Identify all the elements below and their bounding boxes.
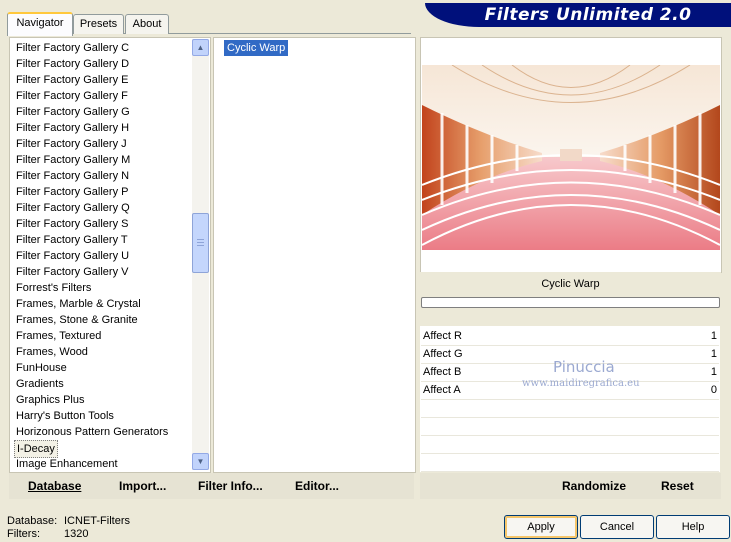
category-item[interactable]: Graphics Plus bbox=[16, 392, 84, 408]
watermark-name: Pinuccia bbox=[553, 358, 615, 376]
filter-info-button[interactable]: Filter Info... bbox=[198, 477, 263, 495]
reset-button[interactable]: Reset bbox=[661, 477, 694, 495]
database-status-value: ICNET-Filters bbox=[64, 515, 130, 527]
tab-about[interactable]: About bbox=[125, 14, 169, 34]
category-item[interactable]: Filter Factory Gallery E bbox=[16, 72, 128, 88]
category-item[interactable]: Filter Factory Gallery F bbox=[16, 88, 128, 104]
filter-item-cyclic-warp[interactable]: Cyclic Warp bbox=[224, 40, 289, 56]
filters-count-value: 1320 bbox=[64, 528, 89, 540]
category-list[interactable]: Filter Factory Gallery C Filter Factory G… bbox=[9, 37, 211, 473]
app-title: Filters Unlimited 2.0 bbox=[484, 5, 692, 25]
param-value: 1 bbox=[710, 348, 717, 360]
category-item[interactable]: Filter Factory Gallery Q bbox=[16, 200, 130, 216]
category-item[interactable]: FunHouse bbox=[16, 360, 67, 376]
param-affect-r[interactable]: Affect R 1 bbox=[421, 328, 719, 346]
apply-button[interactable]: Apply bbox=[504, 515, 578, 539]
category-item[interactable]: Filter Factory Gallery V bbox=[16, 264, 128, 280]
param-empty-row bbox=[421, 454, 719, 472]
category-scrollbar[interactable]: ▲ ▼ bbox=[192, 39, 209, 470]
category-item[interactable]: Filter Factory Gallery T bbox=[16, 232, 128, 248]
category-item[interactable]: Frames, Textured bbox=[16, 328, 101, 344]
param-value: 1 bbox=[710, 330, 717, 342]
category-item[interactable]: Harry's Button Tools bbox=[16, 408, 114, 424]
filters-count-label: Filters: bbox=[7, 528, 40, 540]
category-item[interactable]: Frames, Stone & Granite bbox=[16, 312, 138, 328]
category-item[interactable]: Gradients bbox=[16, 376, 64, 392]
preview-filter-name: Cyclic Warp bbox=[420, 272, 721, 296]
tab-navigator[interactable]: Navigator bbox=[7, 12, 73, 36]
param-value: 1 bbox=[710, 366, 717, 378]
help-button[interactable]: Help bbox=[656, 515, 730, 539]
category-item[interactable]: Image Enhancement bbox=[16, 456, 118, 472]
filter-list[interactable]: Cyclic Warp bbox=[213, 37, 416, 473]
progress-bar bbox=[421, 297, 720, 308]
category-item[interactable]: Filter Factory Gallery J bbox=[16, 136, 127, 152]
preview-panel bbox=[420, 37, 722, 273]
category-item[interactable]: Filter Factory Gallery U bbox=[16, 248, 129, 264]
grip-line bbox=[197, 242, 204, 243]
category-item[interactable]: Filter Factory Gallery H bbox=[16, 120, 129, 136]
param-label: Affect R bbox=[423, 330, 462, 342]
param-label: Affect B bbox=[423, 366, 462, 378]
tab-presets[interactable]: Presets bbox=[73, 14, 124, 34]
database-status-label: Database: bbox=[7, 515, 58, 527]
scroll-up-icon[interactable]: ▲ bbox=[192, 39, 209, 56]
category-item[interactable]: Filter Factory Gallery C bbox=[16, 40, 129, 56]
category-item[interactable]: Filter Factory Gallery N bbox=[16, 168, 129, 184]
param-empty-row bbox=[421, 418, 719, 436]
param-label: Affect A bbox=[423, 384, 461, 396]
scroll-thumb[interactable] bbox=[192, 213, 209, 273]
scroll-down-icon[interactable]: ▼ bbox=[192, 453, 209, 470]
category-item[interactable]: Filter Factory Gallery P bbox=[16, 184, 128, 200]
database-button[interactable]: Database bbox=[28, 477, 81, 495]
param-label: Affect G bbox=[423, 348, 463, 360]
param-value: 0 bbox=[710, 384, 717, 396]
param-empty-row bbox=[421, 436, 719, 454]
param-empty-row bbox=[421, 400, 719, 418]
category-item[interactable]: Filter Factory Gallery D bbox=[16, 56, 129, 72]
category-item[interactable]: Frames, Wood bbox=[16, 344, 88, 360]
category-item[interactable]: Filter Factory Gallery M bbox=[16, 152, 130, 168]
grip-line bbox=[197, 245, 204, 246]
category-item[interactable]: Frames, Marble & Crystal bbox=[16, 296, 141, 312]
cancel-button[interactable]: Cancel bbox=[580, 515, 654, 539]
watermark-url: www.maidiregrafica.eu bbox=[522, 378, 640, 389]
category-item[interactable]: Filter Factory Gallery S bbox=[16, 216, 128, 232]
category-item[interactable]: Horizonous Pattern Generators bbox=[16, 424, 168, 440]
preview-image bbox=[422, 65, 720, 250]
randomize-button[interactable]: Randomize bbox=[562, 477, 626, 495]
grip-line bbox=[197, 239, 204, 240]
editor-button[interactable]: Editor... bbox=[295, 477, 339, 495]
category-item[interactable]: Filter Factory Gallery G bbox=[16, 104, 130, 120]
import-button[interactable]: Import... bbox=[119, 477, 166, 495]
category-item[interactable]: Forrest's Filters bbox=[16, 280, 91, 296]
